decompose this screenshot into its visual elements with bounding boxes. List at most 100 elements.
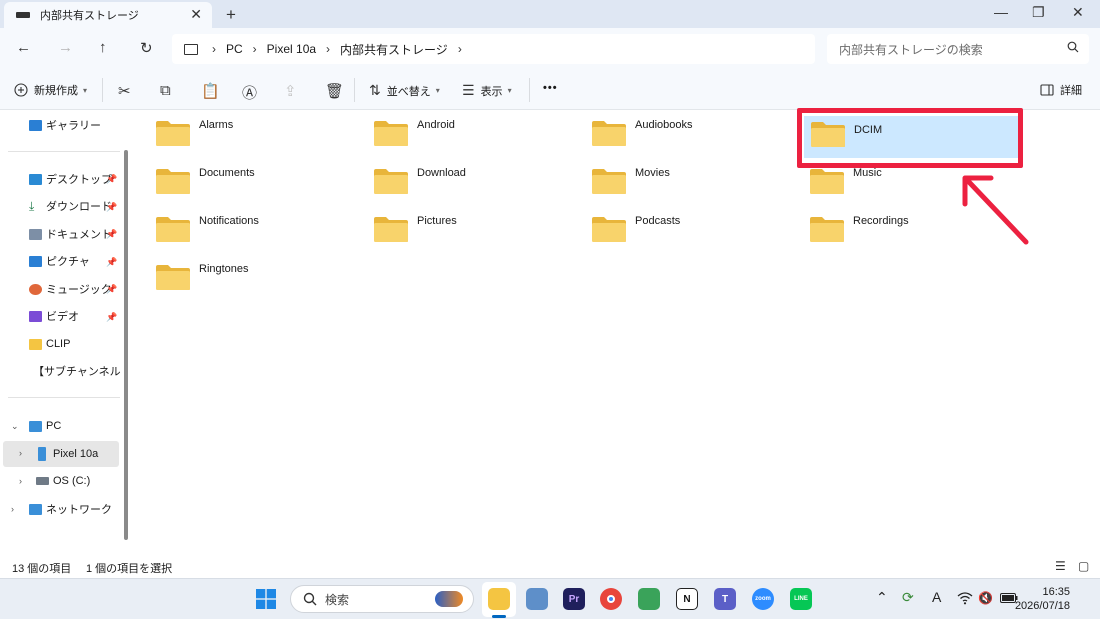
sidebar-item-videos[interactable]: ビデオ xyxy=(29,306,79,326)
chevron-right-icon[interactable]: › xyxy=(458,42,462,56)
premiere-pro-icon[interactable]: Pr xyxy=(563,588,585,610)
folder-item-ringtones[interactable]: Ringtones xyxy=(135,254,353,298)
folder-name: Notifications xyxy=(199,215,259,227)
command-bar: 新規作成 ▾ ✂ ⧉ 📋 Ⓐ ⇪ 🗑 ⇅ 並べ替え ▾ ☰ 表示 ▾ ••• 詳… xyxy=(0,70,1100,110)
breadcrumb-pixel[interactable]: Pixel 10a xyxy=(267,42,316,56)
details-view-icon[interactable]: ☰ xyxy=(1055,559,1066,573)
chevron-up-icon[interactable]: ⌃ xyxy=(876,589,888,606)
file-explorer-icon[interactable] xyxy=(488,588,510,610)
teams-icon[interactable]: T xyxy=(714,588,736,610)
sidebar-item-downloads[interactable]: ⤓ ダウンロード xyxy=(29,196,112,216)
sidebar-item-clip[interactable]: CLIP xyxy=(29,334,70,354)
details-pane-button[interactable]: 詳細 xyxy=(1040,82,1082,98)
wifi-icon[interactable] xyxy=(957,591,973,605)
folder-name: Podcasts xyxy=(635,215,681,227)
chrome-icon[interactable] xyxy=(600,588,622,610)
folder-icon xyxy=(592,121,626,146)
sidebar-item-gallery[interactable]: ギャラリー xyxy=(29,115,101,135)
folder-item-audiobooks[interactable]: Audiobooks xyxy=(571,110,789,154)
image-editor-icon[interactable] xyxy=(638,588,660,610)
music-icon xyxy=(29,283,42,295)
cut-icon[interactable]: ✂ xyxy=(118,82,131,100)
folder-item-movies[interactable]: Movies xyxy=(571,158,789,202)
folder-item-notifications[interactable]: Notifications xyxy=(135,206,353,250)
copy-icon[interactable]: ⧉ xyxy=(160,82,171,99)
sidebar-item-pictures[interactable]: ピクチャ xyxy=(29,251,90,271)
sidebar-item-desktop[interactable]: デスクトップ xyxy=(29,169,112,189)
new-tab-button[interactable]: + xyxy=(226,5,236,25)
snipping-tool-icon[interactable] xyxy=(526,588,548,610)
folder-name: Pictures xyxy=(417,215,457,227)
system-clock[interactable]: 16:35 2026/07/18 xyxy=(1015,585,1070,613)
gallery-icon xyxy=(29,119,42,131)
windows-start-icon[interactable] xyxy=(256,589,276,609)
forward-button[interactable]: → xyxy=(58,39,73,56)
chevron-right-icon[interactable]: › xyxy=(19,448,22,458)
close-window-button[interactable]: ✕ xyxy=(1072,4,1084,21)
divider xyxy=(102,78,103,102)
sidebar-item-label: ネットワーク xyxy=(46,504,112,516)
maximize-button[interactable]: ❐ xyxy=(1032,4,1045,21)
paste-icon[interactable]: 📋 xyxy=(201,82,220,100)
sidebar-divider xyxy=(8,151,120,152)
new-button[interactable]: 新規作成 ▾ xyxy=(14,82,87,98)
chevron-right-icon[interactable]: › xyxy=(19,476,22,486)
search-input[interactable]: 内部共有ストレージの検索 xyxy=(827,34,1089,64)
sidebar-item-label: CLIP xyxy=(46,338,71,350)
drive-tab-icon xyxy=(16,12,30,18)
up-button[interactable]: ↑ xyxy=(99,39,107,56)
pin-icon: 📌 xyxy=(106,312,118,322)
search-icon xyxy=(1067,41,1079,53)
folder-item-podcasts[interactable]: Podcasts xyxy=(571,206,789,250)
pin-icon: 📌 xyxy=(106,229,118,239)
search-placeholder: 内部共有ストレージの検索 xyxy=(839,42,983,57)
folder-icon xyxy=(374,169,408,194)
close-tab-icon[interactable]: ✕ xyxy=(190,6,202,23)
ime-indicator[interactable]: A xyxy=(932,589,941,605)
sync-icon[interactable]: ⟳ xyxy=(902,589,914,606)
back-button[interactable]: ← xyxy=(16,39,31,56)
sort-button[interactable]: ⇅ 並べ替え ▾ xyxy=(369,82,440,99)
sidebar-item-pixel[interactable]: Pixel 10a xyxy=(38,444,98,464)
folder-item-download[interactable]: Download xyxy=(353,158,571,202)
folder-icon xyxy=(592,217,626,242)
sidebar-item-subchannel[interactable]: 【サブチャンネル素材 xyxy=(29,361,121,381)
pc-monitor-icon xyxy=(29,420,42,432)
minimize-button[interactable]: — xyxy=(994,4,1008,20)
sidebar-item-network[interactable]: ネットワーク xyxy=(29,499,112,519)
tab-internal-storage[interactable]: 内部共有ストレージ ✕ xyxy=(4,2,212,28)
refresh-button[interactable]: ↻ xyxy=(140,39,153,57)
chevron-right-icon: › xyxy=(252,42,257,56)
notion-icon[interactable]: N xyxy=(676,588,698,610)
pin-icon: 📌 xyxy=(106,257,118,267)
chevron-down-icon[interactable]: ⌄ xyxy=(11,421,19,432)
view-button[interactable]: ☰ 表示 ▾ xyxy=(462,82,512,99)
breadcrumb-pc[interactable]: PC xyxy=(226,42,243,56)
line-icon[interactable]: LINE xyxy=(790,588,812,610)
address-bar[interactable]: › PC › Pixel 10a › 内部共有ストレージ › xyxy=(172,34,815,64)
rename-icon[interactable]: Ⓐ xyxy=(242,82,257,103)
folder-item-pictures[interactable]: Pictures xyxy=(353,206,571,250)
zoom-icon[interactable]: zoom xyxy=(752,588,774,610)
sidebar-scrollbar[interactable] xyxy=(124,150,128,540)
monitor-icon xyxy=(184,43,198,55)
folder-item-documents[interactable]: Documents xyxy=(135,158,353,202)
chevron-right-icon[interactable]: › xyxy=(11,504,14,514)
folder-item-android[interactable]: Android xyxy=(353,110,571,154)
folder-item-alarms[interactable]: Alarms xyxy=(135,110,353,154)
breadcrumb-storage[interactable]: 内部共有ストレージ xyxy=(340,41,448,58)
sidebar-item-pc[interactable]: PC xyxy=(29,416,61,436)
more-options-button[interactable]: ••• xyxy=(543,82,558,94)
sidebar-item-documents[interactable]: ドキュメント xyxy=(29,224,112,244)
sidebar-item-label: ドキュメント xyxy=(46,229,112,241)
sidebar-item-music[interactable]: ミュージック xyxy=(29,279,112,299)
delete-icon[interactable]: 🗑 xyxy=(325,82,344,100)
taskbar-search-input[interactable]: 検索 xyxy=(290,585,474,613)
chevron-down-icon: ▾ xyxy=(83,85,88,95)
share-icon[interactable]: ⇪ xyxy=(284,82,297,100)
sidebar-item-os-drive[interactable]: OS (C:) xyxy=(36,471,90,491)
pin-icon: 📌 xyxy=(106,284,118,294)
folder-name: Audiobooks xyxy=(635,119,693,131)
tiles-view-icon[interactable]: ▢ xyxy=(1078,559,1089,573)
volume-muted-icon[interactable]: 🔇 xyxy=(978,591,993,605)
